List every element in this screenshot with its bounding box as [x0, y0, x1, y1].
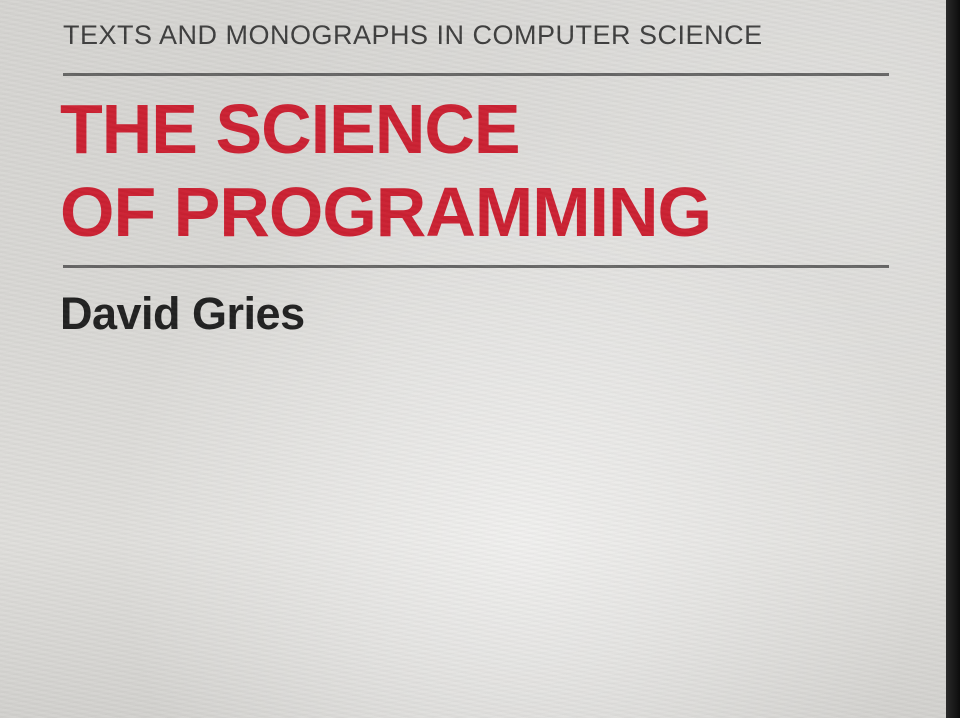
book-title-line-2: OF PROGRAMMING [60, 173, 712, 251]
author-name: David Gries [60, 288, 305, 339]
book-title-line-1: THE SCIENCE [60, 90, 521, 168]
top-divider [63, 73, 889, 76]
series-title: TEXTS AND MONOGRAPHS IN COMPUTER SCIENCE [63, 20, 763, 50]
book-cover: TEXTS AND MONOGRAPHS IN COMPUTER SCIENCE… [0, 0, 946, 718]
bottom-divider [63, 265, 889, 268]
shadow-edge [946, 0, 960, 718]
